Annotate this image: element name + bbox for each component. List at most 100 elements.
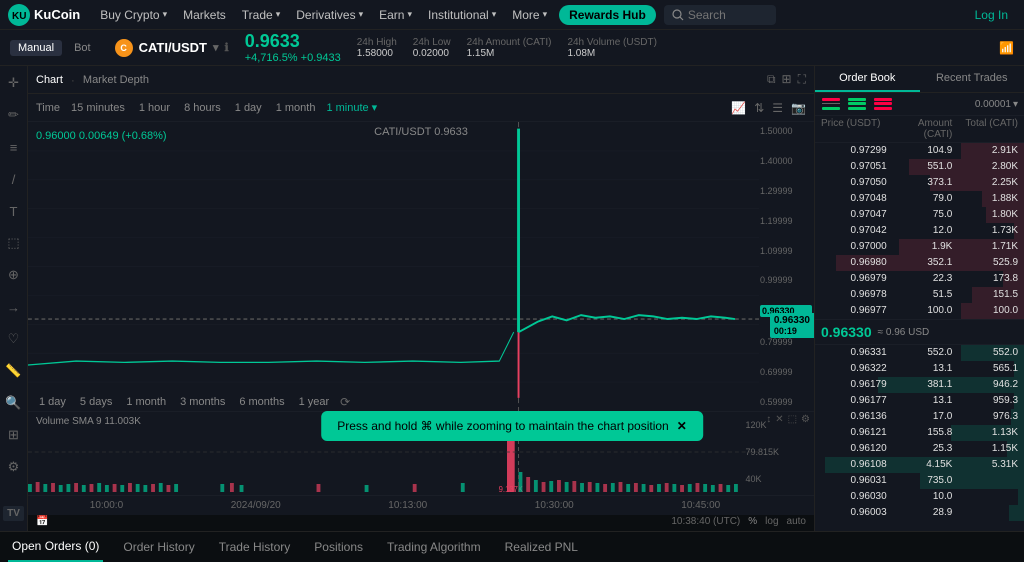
chart-canvas[interactable]: CATI/USDT 0.9633 0.96000 0.00649 (+0.68%… [28,122,814,411]
ob-view-both[interactable] [821,97,841,111]
tab-trading-algorithm[interactable]: Trading Algorithm [383,532,485,562]
chart-bottom-timeframes: 1 day 5 days 1 month 3 months 6 months 1… [36,395,350,409]
bid-row[interactable]: 0.9613617.0976.3 [815,409,1024,425]
tab-order-book[interactable]: Order Book [815,66,920,92]
trendline-tool[interactable]: / [3,168,25,190]
search-box[interactable] [664,5,776,25]
grid-tool[interactable]: ⊞ [3,424,25,446]
tab-open-orders[interactable]: Open Orders (0) [8,532,103,562]
ask-row[interactable]: 0.96980352.1525.9 [815,255,1024,271]
tab-order-history[interactable]: Order History [119,532,198,562]
nav-earn[interactable]: Earn▾ [371,0,420,30]
text-tool[interactable]: T [3,200,25,222]
period-5d[interactable]: 5 days [77,395,115,409]
tab-recent-trades[interactable]: Recent Trades [920,66,1024,92]
fullscreen-icon[interactable]: ⛶ [798,72,806,87]
chart-go-to-date[interactable]: 📅 [36,516,48,527]
magnet-tool[interactable]: ⊕ [3,264,25,286]
ticker-pair: C CATI/USDT ▾ ℹ [115,39,229,57]
chart-log-button[interactable]: log [765,516,778,527]
svg-text:KU: KU [12,11,26,22]
indicator-icon[interactable]: 📈 [731,101,746,115]
manual-mode-button[interactable]: Manual [10,40,62,56]
ask-row[interactable]: 0.970001.9K1.71K [815,239,1024,255]
pair-dropdown[interactable]: ▾ [213,41,219,54]
chart-auto-button[interactable]: auto [787,516,806,527]
tab-positions[interactable]: Positions [310,532,367,562]
reset-icon[interactable]: ⟳ [340,395,350,409]
nav-derivatives[interactable]: Derivatives▾ [288,0,371,30]
ask-row[interactable]: 0.9697851.5151.5 [815,287,1024,303]
zoom-tool[interactable]: 🔍 [3,392,25,414]
tab-realized-pnl[interactable]: Realized PNL [501,532,582,562]
arrow-tool[interactable]: → [3,296,25,318]
bid-row[interactable]: 0.96031735.0 [815,473,1024,489]
bid-row[interactable]: 0.9603010.0 [815,489,1024,505]
nav-markets[interactable]: Markets [175,0,234,30]
ask-row[interactable]: 0.9697922.3173.8 [815,271,1024,287]
bot-mode-button[interactable]: Bot [66,40,99,56]
ask-row[interactable]: 0.97299104.92.91K [815,143,1024,159]
ask-row[interactable]: 0.9704212.01.73K [815,223,1024,239]
bid-row[interactable]: 0.9600328.9 [815,505,1024,521]
chart-toolbar-left: ✛ ✏ ≡ / T ⬚ ⊕ → ♡ 📏 🔍 ⊞ ⚙ TV [0,66,28,531]
toast-close-button[interactable]: ✕ [677,419,687,433]
time-1mo[interactable]: 1 month [273,101,319,115]
chart-current-time: 10:38:40 (UTC) [671,516,740,527]
ruler-tool[interactable]: 📏 [3,360,25,382]
nav-institutional[interactable]: Institutional▾ [420,0,504,30]
ob-view-asks[interactable] [873,97,893,111]
settings-tool[interactable]: ⚙ [3,456,25,478]
heart-tool[interactable]: ♡ [3,328,25,350]
ob-view-bids[interactable] [847,97,867,111]
ask-row[interactable]: 0.9704775.01.80K [815,207,1024,223]
crosshair-tool[interactable]: ✛ [3,72,25,94]
period-1m[interactable]: 1 month [123,395,169,409]
time-1d[interactable]: 1 day [232,101,265,115]
logo[interactable]: KU KuCoin [8,4,80,26]
ask-row[interactable]: 0.97051551.02.80K [815,159,1024,175]
vol-settings-icon[interactable]: ⚙ [801,414,810,425]
time-1min-dropdown[interactable]: 1 minute ▾ [326,101,377,114]
camera-icon[interactable]: 📷 [791,101,806,115]
tab-chart[interactable]: Chart [36,74,63,86]
time-8h[interactable]: 8 hours [181,101,224,115]
period-1y[interactable]: 1 year [296,395,333,409]
pencil-tool[interactable]: ✏ [3,104,25,126]
nav-buy-crypto[interactable]: Buy Crypto▾ [92,0,175,30]
nav-trade[interactable]: Trade▾ [234,0,288,30]
vol-expand-icon[interactable]: ⬚ [788,414,797,425]
search-input[interactable] [688,8,768,22]
nav-more[interactable]: More▾ [504,0,555,30]
bid-row[interactable]: 0.96331552.0552.0 [815,345,1024,361]
time-1h[interactable]: 1 hour [136,101,173,115]
chart-pct-label[interactable]: % [748,516,757,527]
measure-tool[interactable]: ⬚ [3,232,25,254]
tab-market-depth[interactable]: Market Depth [83,74,149,86]
logo-text: KuCoin [34,7,80,22]
period-3m[interactable]: 3 months [177,395,228,409]
lines-tool[interactable]: ≡ [3,136,25,158]
ob-decimals-selector[interactable]: 0.00001▾ [975,99,1018,110]
time-15m[interactable]: 15 minutes [68,101,128,115]
list-icon[interactable]: ☰ [772,101,783,115]
layout-icon[interactable]: ⊞ [782,72,792,87]
period-1d[interactable]: 1 day [36,395,69,409]
bid-row[interactable]: 0.96121155.81.13K [815,425,1024,441]
ask-row[interactable]: 0.9704879.01.88K [815,191,1024,207]
pair-info-icon[interactable]: ℹ [225,41,229,54]
compare-icon[interactable]: ⇅ [754,101,764,115]
bid-row[interactable]: 0.9617713.1959.3 [815,393,1024,409]
ask-row[interactable]: 0.97050373.12.25K [815,175,1024,191]
bid-row[interactable]: 0.9632213.1565.1 [815,361,1024,377]
bid-row[interactable]: 0.96179381.1946.2 [815,377,1024,393]
bid-row[interactable]: 0.961084.15K5.31K [815,457,1024,473]
right-panel: Order Book Recent Trades 0.00001▾ Price … [814,66,1024,531]
period-6m[interactable]: 6 months [236,395,287,409]
tab-trade-history[interactable]: Trade History [215,532,295,562]
popout-icon[interactable]: ⧉ [767,72,776,87]
bid-row[interactable]: 0.9612025.31.15K [815,441,1024,457]
ask-row[interactable]: 0.96977100.0100.0 [815,303,1024,319]
login-button[interactable]: Log In [967,8,1016,22]
rewards-hub-button[interactable]: Rewards Hub [559,5,656,25]
